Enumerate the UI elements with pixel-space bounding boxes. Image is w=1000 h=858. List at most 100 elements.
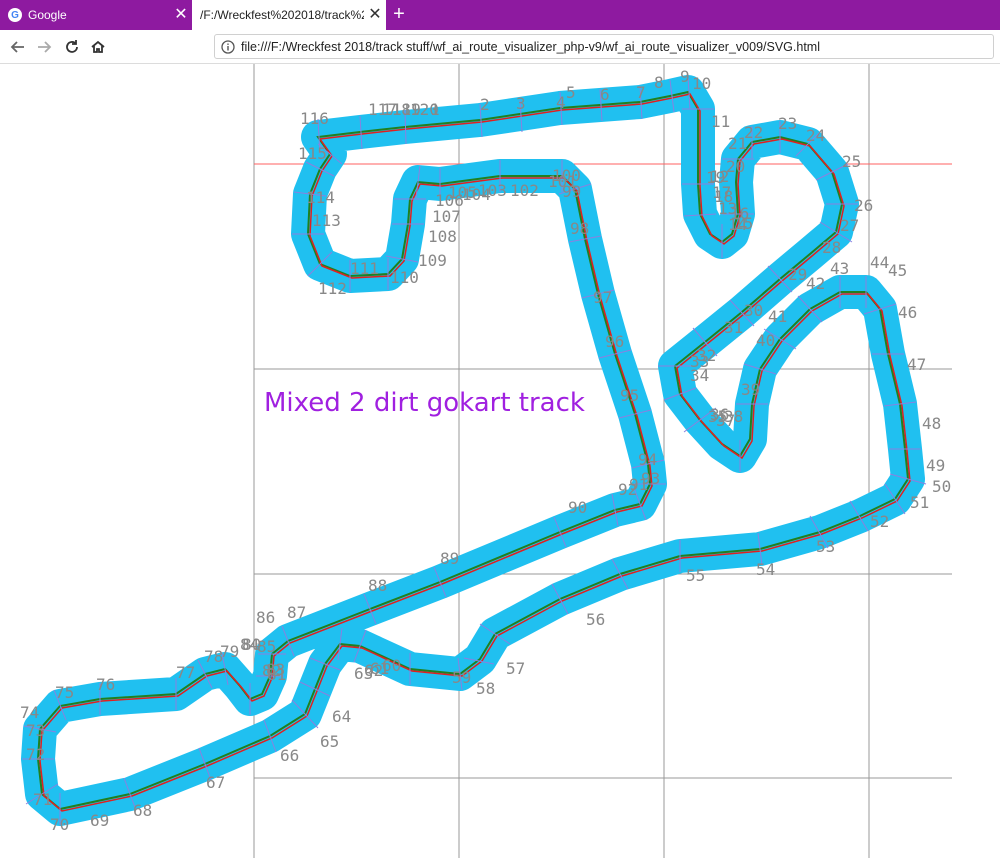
waypoint-label: 98: [570, 219, 589, 238]
waypoint-label: 40: [756, 331, 775, 350]
waypoint-label: 110: [390, 268, 419, 287]
waypoint-label: 99: [562, 182, 581, 201]
waypoint-labels: 116115114113112111 1101091081071061051041…: [20, 67, 951, 834]
arrow-right-icon: [38, 41, 52, 53]
waypoint-label: 75: [55, 683, 74, 702]
waypoint-label: 46: [898, 303, 917, 322]
waypoint-label: 69: [90, 811, 109, 830]
page-content: 116 115 114 113 112 111 110 109 108 107 106 105 104 1…: [0, 64, 1000, 858]
home-button[interactable]: [86, 35, 110, 59]
waypoint-label: 3: [516, 94, 526, 113]
waypoint-label: 35: [708, 407, 727, 426]
waypoint-label: 54: [756, 560, 775, 579]
waypoint-label: 78: [204, 647, 223, 666]
waypoint-label: 13: [718, 199, 737, 218]
waypoint-label: 96: [605, 332, 624, 351]
info-icon[interactable]: [215, 39, 241, 54]
waypoint-label: 113: [312, 211, 341, 230]
waypoint-label: 30: [744, 301, 763, 320]
waypoint-label: 25: [842, 152, 861, 171]
waypoint-label: 71: [33, 790, 52, 809]
waypoint-label: 53: [816, 537, 835, 556]
waypoint-label: 117: [368, 100, 397, 119]
waypoint-label: 109: [418, 251, 447, 270]
waypoint-label: 51: [910, 493, 929, 512]
waypoint-label: 91: [629, 475, 648, 494]
waypoint-label: 45: [888, 261, 907, 280]
track-title: Mixed 2 dirt gokart track: [264, 388, 585, 418]
waypoint-label: 88: [368, 576, 387, 595]
waypoint-label: 55: [686, 566, 705, 585]
browser-toolbar: file:///F:/Wreckfest 2018/track stuff/wf…: [0, 30, 1000, 64]
waypoint-label: 58: [476, 679, 495, 698]
waypoint-label: 57: [506, 659, 525, 678]
reload-button[interactable]: [60, 35, 84, 59]
waypoint-label: 56: [586, 610, 605, 629]
waypoint-label: 111: [350, 259, 379, 278]
waypoint-label: 50: [932, 477, 951, 496]
waypoint-label: 9: [680, 67, 690, 86]
tab-title: Google: [28, 8, 67, 22]
track-visualizer: 116115114113112111 1101091081071061051041…: [20, 64, 952, 858]
waypoint-label: 68: [133, 801, 152, 820]
waypoint-label: 48: [922, 414, 941, 433]
waypoint-label: 94: [638, 450, 657, 469]
waypoint-label: 4: [556, 93, 566, 112]
waypoint-label: 80: [242, 635, 261, 654]
waypoint-label: 66: [280, 746, 299, 765]
tab-strip: G Google ✕ /F:/Wreckfest%202018/track%20…: [0, 0, 1000, 30]
new-tab-button[interactable]: +: [388, 3, 410, 25]
waypoint-label: 81: [267, 665, 286, 684]
reload-icon: [66, 40, 78, 53]
waypoint-label: 29: [788, 265, 807, 284]
waypoint-label: 41: [768, 307, 787, 326]
waypoint-label: 6: [600, 85, 610, 104]
close-icon[interactable]: ✕: [170, 7, 192, 23]
waypoint-label: 90: [568, 498, 587, 517]
waypoint-label: 10: [692, 74, 711, 93]
waypoint-label: 103: [478, 181, 507, 200]
waypoint-label: 5: [566, 83, 576, 102]
waypoint-label: 42: [806, 274, 825, 293]
waypoint-label: 86: [256, 608, 275, 627]
waypoint-label: 44: [870, 253, 889, 272]
waypoint-label: 65: [320, 732, 339, 751]
address-bar[interactable]: file:///F:/Wreckfest 2018/track stuff/wf…: [214, 34, 994, 59]
home-icon: [91, 40, 105, 53]
back-button[interactable]: [6, 35, 30, 59]
tab-title: /F:/Wreckfest%202018/track%20stu: [200, 8, 364, 22]
tab-google[interactable]: G Google ✕: [0, 0, 192, 30]
waypoint-label: 23: [778, 114, 797, 133]
close-icon[interactable]: ✕: [364, 7, 386, 23]
waypoint-label: 108: [428, 227, 457, 246]
waypoint-label: 64: [332, 707, 351, 726]
waypoint-label: 47: [907, 355, 926, 374]
waypoint-label: 72: [26, 745, 45, 764]
waypoint-label: 115: [298, 144, 327, 163]
waypoint-label: 31: [724, 318, 743, 337]
waypoint-label: 8: [654, 73, 664, 92]
waypoint-label: 32: [697, 346, 716, 365]
waypoint-label: 112: [318, 279, 347, 298]
waypoint-label: 70: [50, 815, 69, 834]
waypoint-label: 52: [870, 512, 889, 531]
waypoint-label: 39: [741, 380, 760, 399]
forward-button[interactable]: [32, 35, 56, 59]
waypoint-label: 59: [452, 668, 471, 687]
waypoint-label: 102: [510, 181, 539, 200]
waypoint-label: 7: [636, 83, 646, 102]
waypoint-label: 97: [593, 288, 612, 307]
waypoint-label: 77: [176, 663, 195, 682]
waypoint-label: 49: [926, 456, 945, 475]
waypoint-label: 76: [96, 675, 115, 694]
tab-svg-html[interactable]: /F:/Wreckfest%202018/track%20stu ✕: [192, 0, 386, 30]
waypoint-label: 2: [480, 95, 490, 114]
waypoint-label: 26: [854, 196, 873, 215]
arrow-left-icon: [10, 41, 24, 53]
waypoint-label: 21: [728, 134, 747, 153]
waypoint-label: 89: [440, 549, 459, 568]
google-icon: G: [8, 8, 22, 22]
waypoint-label: 60: [382, 656, 401, 675]
waypoint-label: 27: [840, 216, 859, 235]
waypoint-label: 43: [830, 259, 849, 278]
